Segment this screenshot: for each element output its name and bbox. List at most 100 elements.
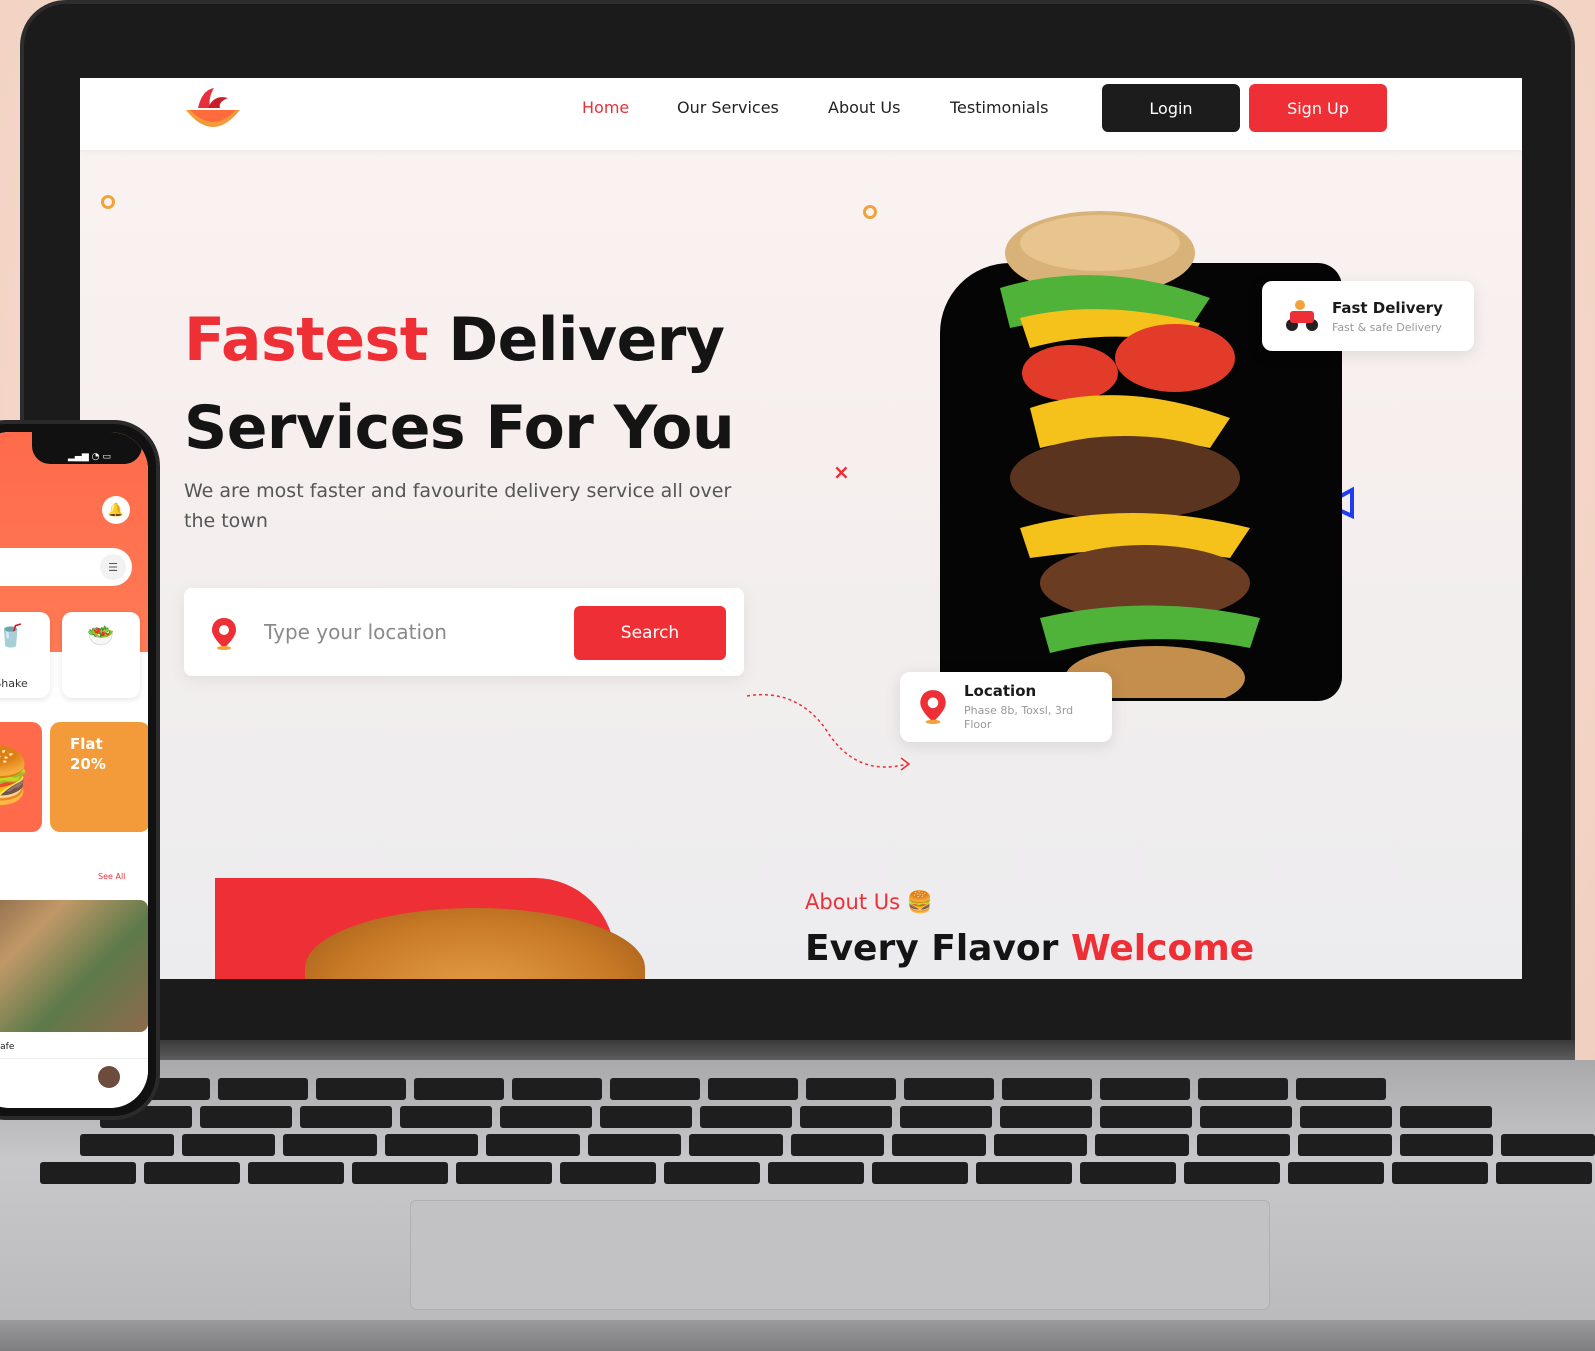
key bbox=[1392, 1162, 1488, 1184]
key bbox=[790, 1134, 885, 1156]
key bbox=[1196, 1134, 1291, 1156]
key bbox=[144, 1162, 240, 1184]
search-button[interactable]: Search bbox=[574, 606, 726, 660]
restaurant-photo[interactable] bbox=[0, 900, 148, 1032]
location-pin-icon bbox=[920, 690, 946, 724]
see-all-link[interactable]: See All bbox=[98, 872, 125, 881]
key bbox=[900, 1106, 992, 1128]
burger-image bbox=[1000, 211, 1260, 698]
laptop-base-edge bbox=[0, 1320, 1595, 1351]
decor-ring bbox=[863, 205, 877, 219]
decor-cross-icon: × bbox=[833, 460, 850, 484]
key bbox=[456, 1162, 552, 1184]
avatar[interactable] bbox=[98, 1066, 120, 1088]
key bbox=[512, 1078, 602, 1100]
about-label: About Us 🍔 bbox=[805, 890, 933, 915]
key bbox=[1400, 1106, 1492, 1128]
fast-delivery-title: Fast Delivery bbox=[1332, 299, 1443, 317]
key bbox=[1100, 1106, 1192, 1128]
nav-about-us[interactable]: About Us bbox=[828, 98, 900, 117]
logo-icon[interactable] bbox=[184, 84, 242, 136]
fast-delivery-badge: Fast Delivery Fast & safe Delivery bbox=[1262, 281, 1474, 351]
signal-wifi-battery-icon: ▂▄▆ ◔ ▭ bbox=[68, 452, 111, 462]
location-input[interactable] bbox=[264, 614, 554, 650]
key bbox=[560, 1162, 656, 1184]
filter-icon[interactable]: ☰ bbox=[100, 554, 126, 580]
key bbox=[993, 1134, 1088, 1156]
key bbox=[1095, 1134, 1189, 1156]
phone-screen: ▂▄▆ ◔ ▭ 🔔 ☰ 🥤 Shake 🥗 🍔 Flat 20% See All… bbox=[0, 432, 148, 1108]
key bbox=[892, 1134, 986, 1156]
hero-subtitle: We are most faster and favourite deliver… bbox=[184, 480, 732, 532]
key bbox=[1300, 1106, 1392, 1128]
key bbox=[500, 1106, 592, 1128]
signup-button[interactable]: Sign Up bbox=[1249, 84, 1387, 132]
key bbox=[248, 1162, 344, 1184]
key bbox=[1002, 1078, 1092, 1100]
key bbox=[1198, 1078, 1288, 1100]
nav-our-services[interactable]: Our Services bbox=[677, 98, 779, 117]
key bbox=[1184, 1162, 1280, 1184]
login-button[interactable]: Login bbox=[1102, 84, 1240, 132]
about-heading-red: Welcome bbox=[1070, 928, 1255, 969]
key bbox=[1080, 1162, 1176, 1184]
key bbox=[1100, 1078, 1190, 1100]
category-card[interactable]: 🥗 bbox=[62, 612, 140, 698]
key bbox=[1399, 1134, 1494, 1156]
promo-line1: Flat bbox=[70, 735, 103, 753]
key bbox=[400, 1106, 492, 1128]
key bbox=[1000, 1106, 1092, 1128]
key bbox=[664, 1162, 760, 1184]
key bbox=[283, 1134, 377, 1156]
laptop-screen: Home Our Services About Us Testimonials … bbox=[80, 78, 1522, 979]
phone-device: ▂▄▆ ◔ ▭ 🔔 ☰ 🥤 Shake 🥗 🍔 Flat 20% See All… bbox=[0, 420, 160, 1120]
promo-card-discount[interactable]: Flat 20% bbox=[50, 722, 148, 832]
key bbox=[708, 1078, 798, 1100]
promo-line2: 20% bbox=[70, 755, 106, 773]
category-label: Shake bbox=[0, 677, 28, 690]
key bbox=[872, 1162, 968, 1184]
key bbox=[689, 1134, 783, 1156]
fast-delivery-subtitle: Fast & safe Delivery bbox=[1332, 321, 1442, 334]
key bbox=[768, 1162, 864, 1184]
trackpad bbox=[410, 1200, 1270, 1310]
key bbox=[587, 1134, 682, 1156]
key bbox=[200, 1106, 292, 1128]
phone-bottom-nav: 🛒 bbox=[0, 1058, 148, 1108]
about-label-text: About Us bbox=[805, 890, 901, 914]
location-title: Location bbox=[964, 682, 1037, 700]
key bbox=[904, 1078, 994, 1100]
about-heading-black: Every Flavor bbox=[805, 928, 1059, 969]
promo-card-burger[interactable]: 🍔 bbox=[0, 722, 42, 832]
bell-icon[interactable]: 🔔 bbox=[102, 496, 130, 524]
key bbox=[1200, 1106, 1292, 1128]
key bbox=[414, 1078, 504, 1100]
key bbox=[1501, 1134, 1595, 1156]
key bbox=[80, 1134, 174, 1156]
nav-home[interactable]: Home bbox=[582, 98, 629, 117]
decor-ring bbox=[101, 195, 115, 209]
key bbox=[486, 1134, 580, 1156]
burger-icon: 🍔 bbox=[906, 890, 933, 914]
key bbox=[384, 1134, 479, 1156]
key bbox=[800, 1106, 892, 1128]
location-subtitle: Phase 8b, Toxsl, 3rd Floor bbox=[964, 704, 1074, 731]
category-card-shake[interactable]: 🥤 Shake bbox=[0, 612, 50, 698]
key bbox=[218, 1078, 308, 1100]
key bbox=[300, 1106, 392, 1128]
hero-title-line2: Services For You bbox=[184, 393, 735, 463]
nav-testimonials[interactable]: Testimonials bbox=[950, 98, 1049, 117]
key bbox=[1496, 1162, 1592, 1184]
key bbox=[976, 1162, 1072, 1184]
delivery-scooter-icon bbox=[1286, 300, 1318, 331]
key bbox=[600, 1106, 692, 1128]
key bbox=[1288, 1162, 1384, 1184]
hero-title-line1: Delivery bbox=[448, 305, 725, 375]
key bbox=[806, 1078, 896, 1100]
location-search-box: Search bbox=[184, 588, 744, 676]
key bbox=[352, 1162, 448, 1184]
location-pin-icon bbox=[212, 618, 236, 650]
key bbox=[1296, 1078, 1386, 1100]
key bbox=[40, 1162, 136, 1184]
keyboard bbox=[0, 1070, 1595, 1200]
